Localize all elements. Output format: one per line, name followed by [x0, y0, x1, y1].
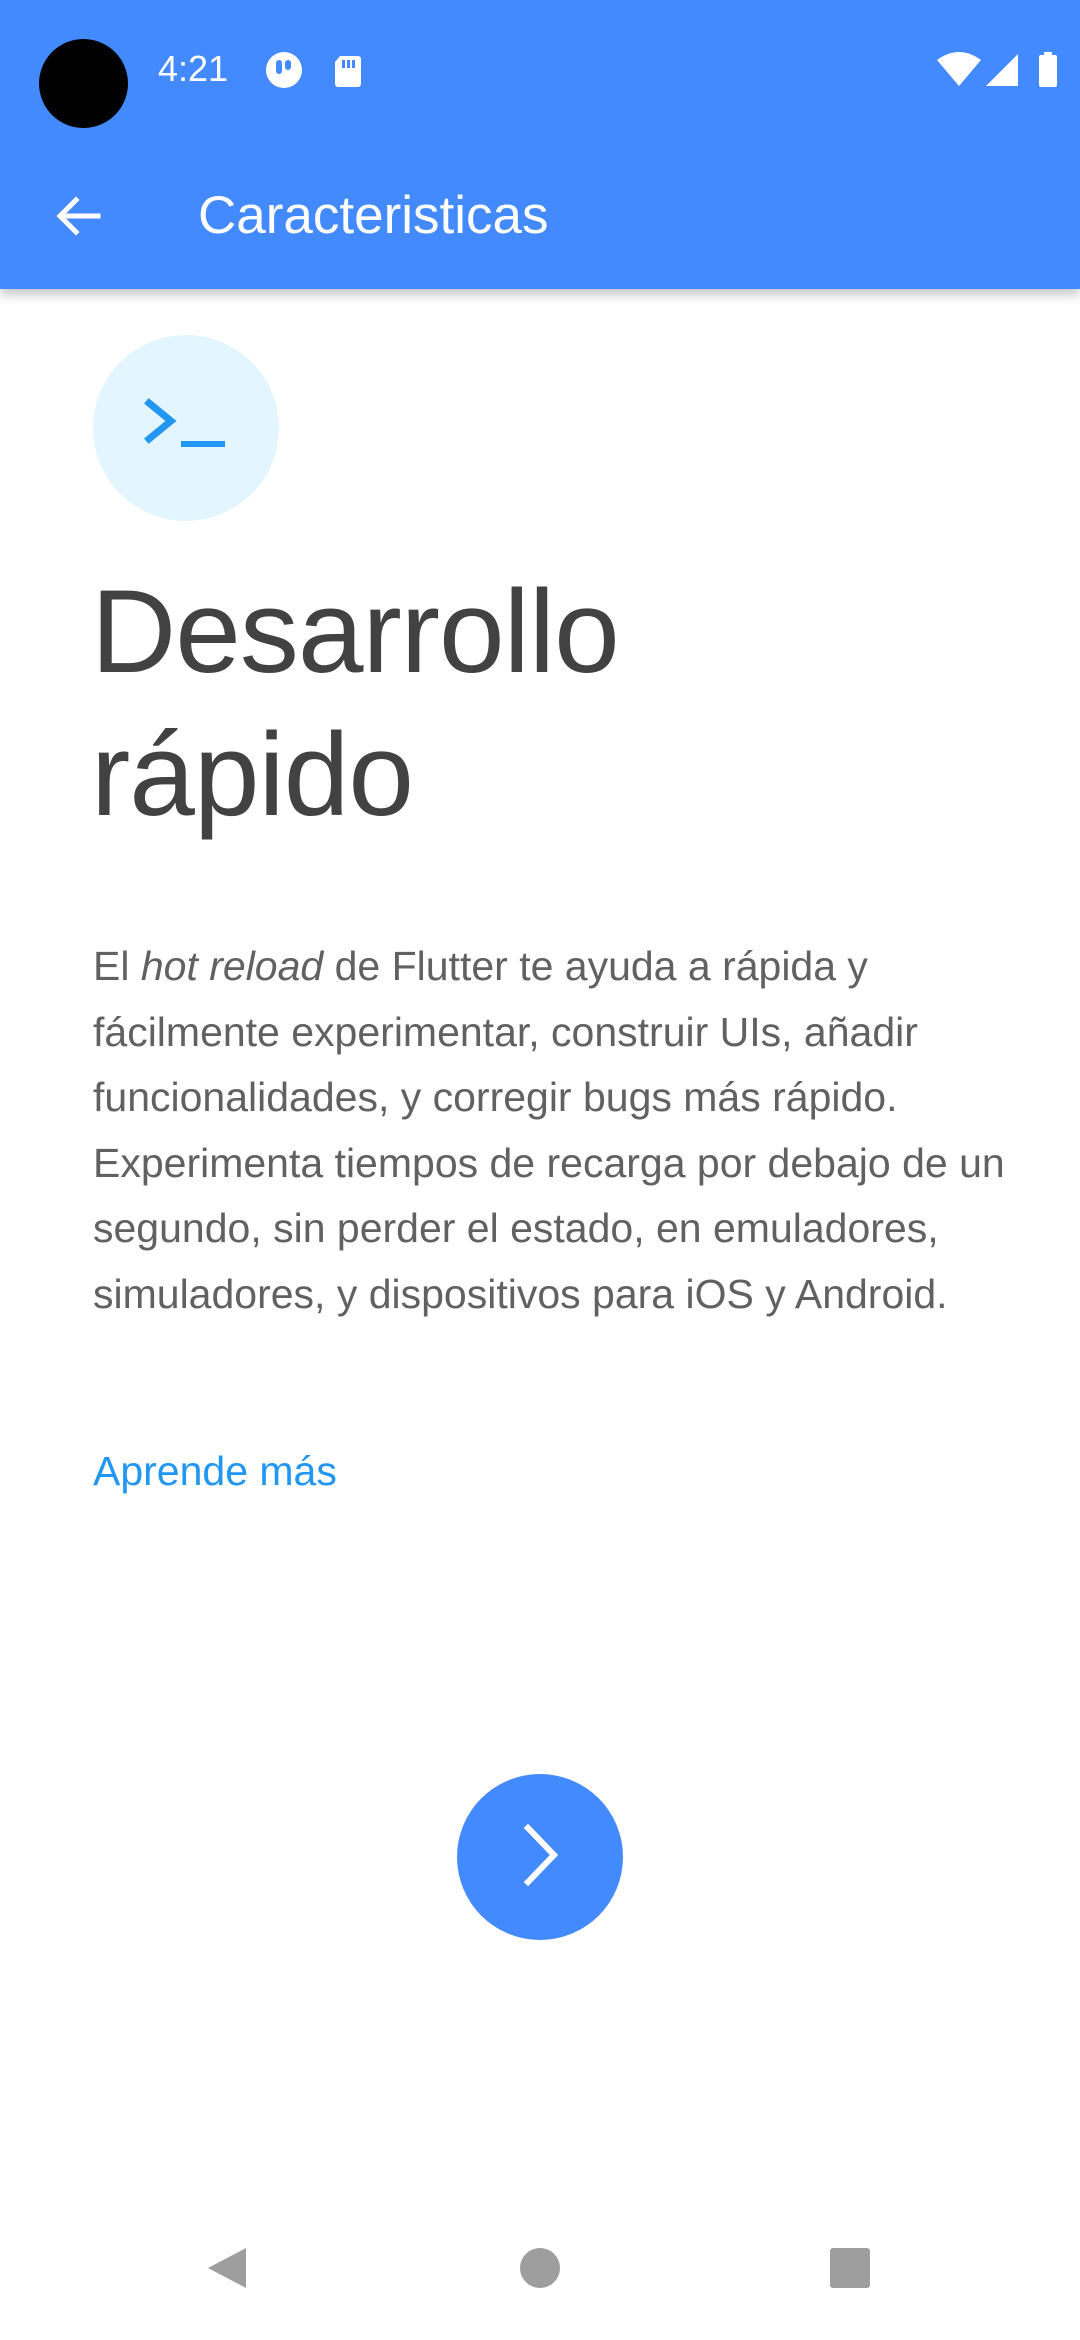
page-title: Caracteristicas: [198, 186, 549, 245]
sd-card-icon: [328, 50, 368, 90]
back-button[interactable]: [30, 170, 126, 266]
signal-icon: [984, 50, 1024, 90]
description-prefix: El: [93, 943, 141, 989]
notification-icon: [264, 50, 304, 90]
headline-line-2: rápido: [91, 709, 414, 841]
system-nav-bar: [0, 2200, 1080, 2340]
terminal-icon: [141, 391, 231, 466]
description-emphasis: hot reload: [140, 943, 324, 989]
home-circle-icon: [518, 2246, 562, 2295]
arrow-back-icon: [52, 190, 104, 247]
back-triangle-icon: [202, 2244, 250, 2297]
app-bar: 4:21 Caracteristicas: [0, 0, 1080, 289]
chevron-right-icon: [510, 1820, 570, 1895]
nav-home-button[interactable]: [490, 2220, 590, 2320]
recents-square-icon: [828, 2246, 872, 2295]
nav-back-button[interactable]: [176, 2220, 276, 2320]
feature-headline: Desarrollo rápido: [91, 561, 1011, 847]
learn-more-link[interactable]: Aprende más: [93, 1444, 337, 1498]
description-body: de Flutter te ayuda a rápida y fácilment…: [93, 943, 1005, 1317]
feature-icon-badge: [93, 335, 279, 521]
toolbar: Caracteristicas: [0, 140, 1080, 289]
wifi-icon: [936, 50, 982, 90]
camera-cutout: [39, 39, 128, 128]
status-time: 4:21: [158, 48, 229, 89]
headline-line-1: Desarrollo: [91, 566, 620, 698]
status-bar: 4:21: [0, 0, 1080, 140]
battery-icon: [1036, 50, 1060, 90]
nav-recents-button[interactable]: [800, 2220, 900, 2320]
next-button[interactable]: [457, 1774, 623, 1940]
feature-description: El hot reload de Flutter te ayuda a rápi…: [93, 934, 1013, 1328]
